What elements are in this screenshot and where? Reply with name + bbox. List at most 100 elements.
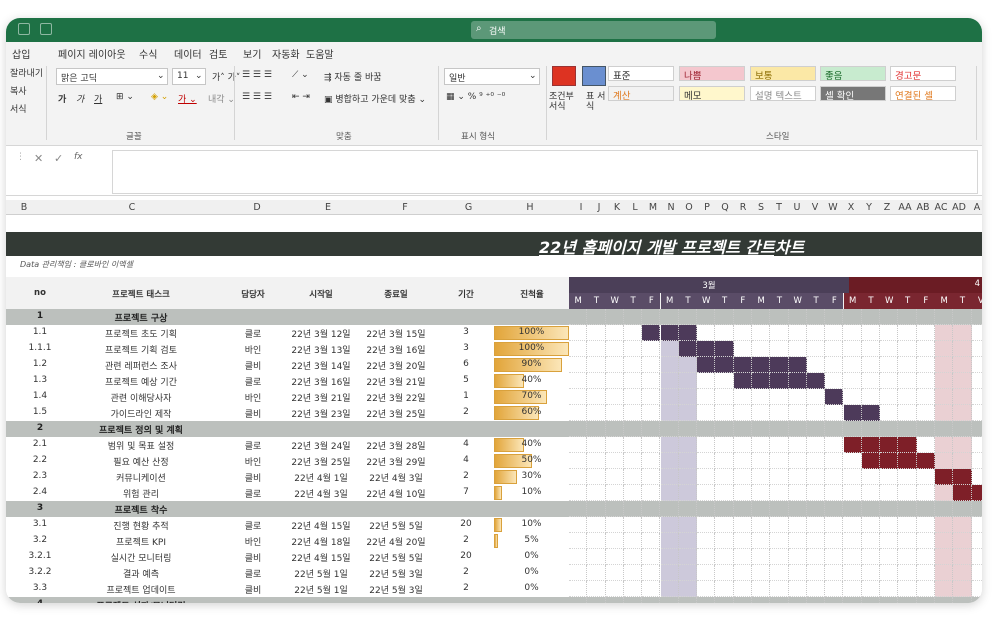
gantt-cell[interactable] xyxy=(660,517,679,533)
gantt-cell[interactable] xyxy=(953,501,972,517)
gantt-cell[interactable] xyxy=(587,389,606,405)
gantt-cell[interactable] xyxy=(825,597,844,603)
column-letter[interactable]: X xyxy=(842,202,860,213)
gantt-cell[interactable] xyxy=(825,325,844,341)
gantt-cell[interactable] xyxy=(770,517,789,533)
merge-center-button[interactable]: ▣ 병합하고 가운데 맞춤 ⌄ xyxy=(324,92,426,105)
gantt-cell[interactable] xyxy=(788,501,807,517)
gantt-cell[interactable] xyxy=(605,565,624,581)
gantt-cell[interactable] xyxy=(788,341,807,357)
gantt-cell[interactable] xyxy=(861,581,881,597)
gantt-cell[interactable] xyxy=(752,549,771,565)
gantt-cell[interactable] xyxy=(843,325,862,341)
gantt-cell[interactable] xyxy=(898,549,917,565)
gantt-cell[interactable] xyxy=(697,453,716,469)
gantt-cell[interactable] xyxy=(880,517,899,533)
align-top-button[interactable]: ☰ ☰ ☰ xyxy=(242,70,272,80)
gantt-cell[interactable] xyxy=(697,437,716,453)
gantt-cell[interactable] xyxy=(660,453,679,469)
gantt-cell[interactable] xyxy=(843,405,862,421)
gantt-cell[interactable] xyxy=(788,549,807,565)
gantt-cell[interactable] xyxy=(678,581,698,597)
gantt-cell[interactable] xyxy=(569,549,588,565)
gantt-cell[interactable] xyxy=(806,357,826,373)
gantt-cell[interactable] xyxy=(843,565,862,581)
gantt-cell[interactable] xyxy=(935,581,954,597)
gantt-cell[interactable] xyxy=(569,389,588,405)
gantt-cell[interactable] xyxy=(569,565,588,581)
gantt-cell[interactable] xyxy=(605,485,624,501)
gantt-cell[interactable] xyxy=(953,405,972,421)
grow-font-button[interactable]: 가˄ 가˅ xyxy=(212,70,240,83)
gantt-cell[interactable] xyxy=(770,501,789,517)
gantt-cell[interactable] xyxy=(587,581,606,597)
column-letter[interactable]: C xyxy=(42,202,222,213)
task-row[interactable]: 2.2 필요 예산 산정 바인 22년 3월 25일 22년 3월 29일 4 50% xyxy=(6,453,982,469)
gantt-cell[interactable] xyxy=(715,517,734,533)
gantt-cell[interactable] xyxy=(733,581,752,597)
gantt-cell[interactable] xyxy=(642,357,661,373)
phonetic-button[interactable]: 내각 ⌄ xyxy=(208,92,235,105)
section-row[interactable]: 3 프로젝트 착수 xyxy=(6,501,982,517)
gantt-cell[interactable] xyxy=(825,437,844,453)
gantt-cell[interactable] xyxy=(605,389,624,405)
gantt-cell[interactable] xyxy=(770,421,789,437)
gantt-cell[interactable] xyxy=(715,357,734,373)
gantt-cell[interactable] xyxy=(623,533,643,549)
column-letter[interactable]: L xyxy=(626,202,644,213)
gantt-cell[interactable] xyxy=(971,437,982,453)
gantt-cell[interactable] xyxy=(935,533,954,549)
gantt-cell[interactable] xyxy=(843,389,862,405)
gantt-cell[interactable] xyxy=(605,405,624,421)
gantt-cell[interactable] xyxy=(623,549,643,565)
gantt-cell[interactable] xyxy=(953,373,972,389)
gantt-cell[interactable] xyxy=(935,405,954,421)
column-letter[interactable]: O xyxy=(680,202,698,213)
gantt-cell[interactable] xyxy=(660,565,679,581)
gantt-cell[interactable] xyxy=(935,501,954,517)
gantt-cell[interactable] xyxy=(825,565,844,581)
gantt-cell[interactable] xyxy=(733,373,752,389)
gantt-cell[interactable] xyxy=(843,517,862,533)
gantt-cell[interactable] xyxy=(953,469,972,485)
gantt-cell[interactable] xyxy=(935,325,954,341)
gantt-cell[interactable] xyxy=(788,565,807,581)
gantt-cell[interactable] xyxy=(660,421,679,437)
gantt-cell[interactable] xyxy=(715,485,734,501)
gantt-cell[interactable] xyxy=(880,325,899,341)
gantt-cell[interactable] xyxy=(697,581,716,597)
cell-style-option[interactable]: 계산 xyxy=(608,86,674,102)
gantt-cell[interactable] xyxy=(752,405,771,421)
gantt-cell[interactable] xyxy=(916,357,935,373)
gantt-cell[interactable] xyxy=(861,597,881,603)
gantt-cell[interactable] xyxy=(752,357,771,373)
gantt-cell[interactable] xyxy=(587,373,606,389)
gantt-cell[interactable] xyxy=(697,549,716,565)
gantt-cell[interactable] xyxy=(605,501,624,517)
gantt-cell[interactable] xyxy=(843,469,862,485)
gantt-cell[interactable] xyxy=(880,597,899,603)
gantt-cell[interactable] xyxy=(971,325,982,341)
gantt-cell[interactable] xyxy=(623,517,643,533)
gantt-cell[interactable] xyxy=(770,437,789,453)
task-row[interactable]: 3.1 진행 현황 추적 클로 22년 4월 15일 22년 5월 5일 20 10% xyxy=(6,517,982,533)
gantt-cell[interactable] xyxy=(916,421,935,437)
gantt-cell[interactable] xyxy=(678,357,698,373)
gantt-cell[interactable] xyxy=(623,421,643,437)
gantt-cell[interactable] xyxy=(770,469,789,485)
gantt-cell[interactable] xyxy=(569,501,588,517)
gantt-cell[interactable] xyxy=(623,597,643,603)
gantt-cell[interactable] xyxy=(697,357,716,373)
gantt-cell[interactable] xyxy=(770,309,789,325)
gantt-cell[interactable] xyxy=(715,581,734,597)
cancel-icon[interactable]: ✕ xyxy=(34,152,43,165)
gantt-cell[interactable] xyxy=(587,469,606,485)
gantt-cell[interactable] xyxy=(825,389,844,405)
gantt-cell[interactable] xyxy=(587,533,606,549)
gantt-cell[interactable] xyxy=(733,405,752,421)
gantt-cell[interactable] xyxy=(752,437,771,453)
gantt-cell[interactable] xyxy=(697,565,716,581)
gantt-cell[interactable] xyxy=(660,325,679,341)
gantt-cell[interactable] xyxy=(770,453,789,469)
border-button[interactable]: ⊞ ⌄ xyxy=(116,92,134,102)
